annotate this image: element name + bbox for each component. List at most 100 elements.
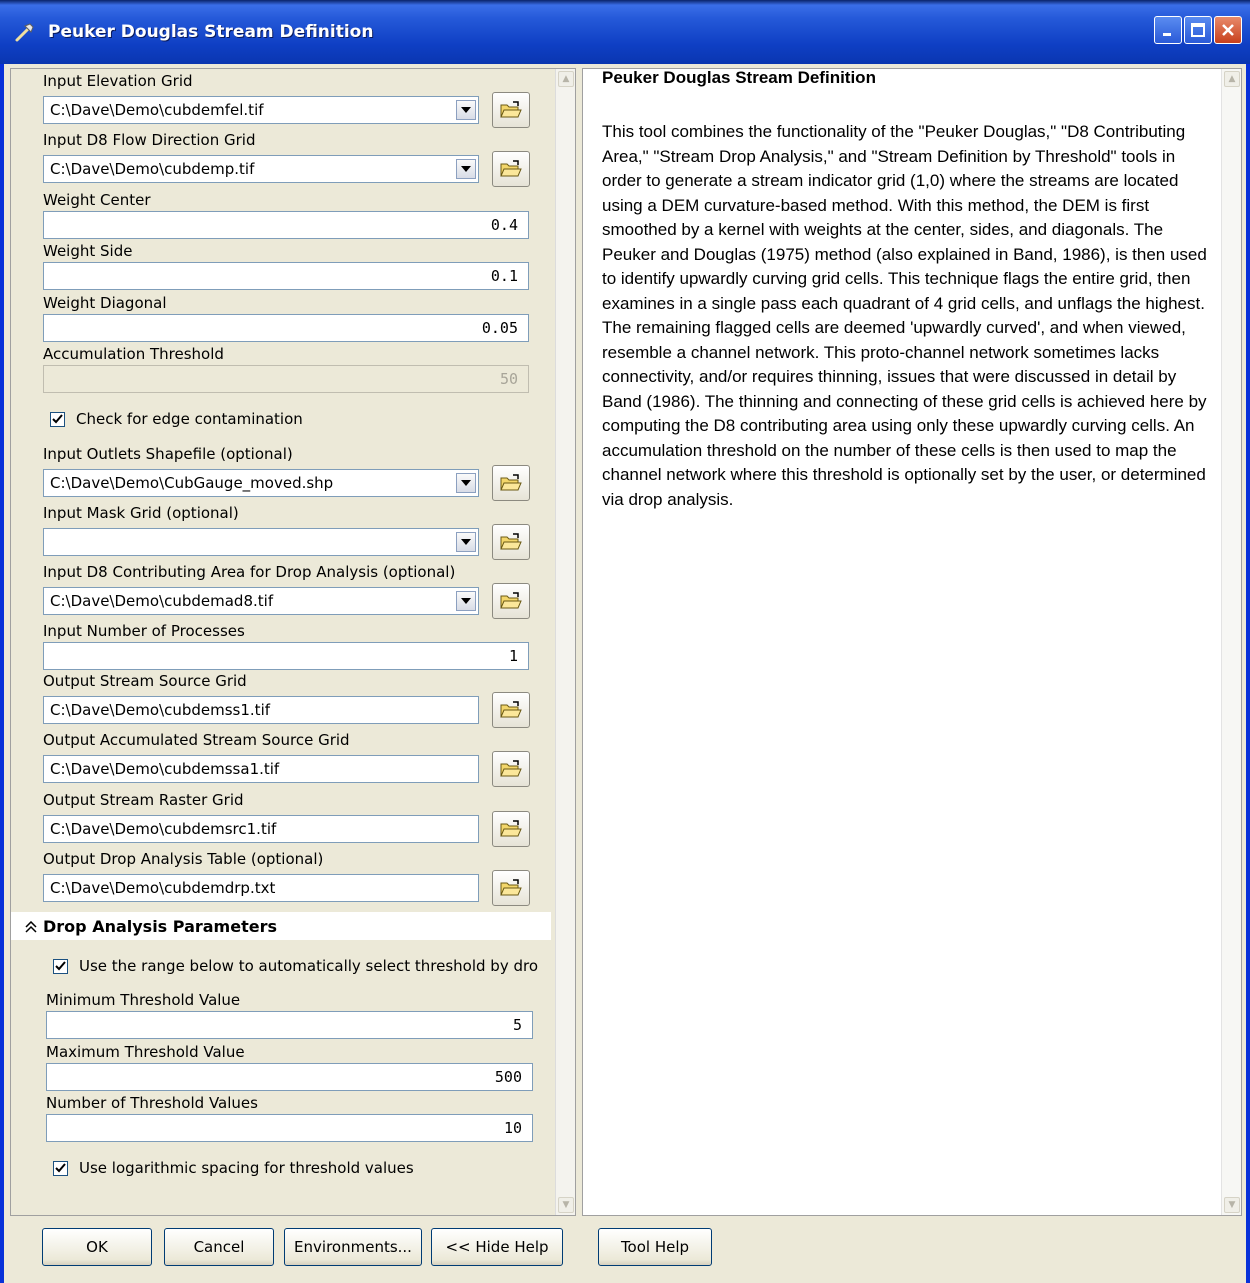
open-folder-icon	[500, 533, 522, 550]
accumulation-threshold-value: 50	[499, 370, 518, 388]
weight-center-value: 0.4	[490, 216, 518, 234]
min-threshold-value: 5	[512, 1016, 522, 1034]
open-folder-icon	[500, 474, 522, 491]
input-elevation-grid-combo[interactable]: C:\Dave\Demo\cubdemfel.tif	[43, 96, 479, 124]
tool-help-button[interactable]: Tool Help	[598, 1228, 712, 1266]
edge-contamination-checkbox[interactable]	[50, 412, 65, 427]
out-stream-source-browse-button[interactable]	[492, 692, 530, 728]
checkmark-icon	[55, 961, 66, 971]
scroll-down-icon[interactable]: ▼	[1224, 1197, 1240, 1213]
help-title: Peuker Douglas Stream Definition	[602, 68, 876, 87]
use-range-checkbox[interactable]	[53, 959, 68, 974]
close-icon	[1222, 24, 1234, 36]
log-spacing-checkbox[interactable]	[53, 1161, 68, 1176]
checkmark-icon	[55, 1163, 66, 1173]
input-mask-browse-button[interactable]	[492, 524, 530, 560]
log-spacing-label: Use logarithmic spacing for threshold va…	[79, 1159, 414, 1177]
ok-button[interactable]: OK	[42, 1228, 152, 1266]
help-body-text: This tool combines the functionality of …	[602, 122, 1207, 509]
edge-contamination-label: Check for edge contamination	[76, 410, 303, 428]
input-d8-flow-direction-value: C:\Dave\Demo\cubdemp.tif	[50, 160, 255, 178]
input-d8-flow-direction-browse-button[interactable]	[492, 151, 530, 187]
accumulation-threshold-label: Accumulation Threshold	[43, 345, 224, 363]
use-range-label: Use the range below to automatically sel…	[79, 957, 539, 975]
open-folder-icon	[500, 820, 522, 837]
title-bar[interactable]: Peuker Douglas Stream Definition	[0, 0, 1250, 64]
num-threshold-input[interactable]: 10	[46, 1114, 533, 1142]
num-processes-label: Input Number of Processes	[43, 622, 245, 640]
num-processes-input[interactable]: 1	[43, 642, 529, 670]
drop-analysis-section-header[interactable]: Drop Analysis Parameters	[11, 912, 551, 940]
hammer-icon	[15, 23, 34, 42]
out-stream-source-label: Output Stream Source Grid	[43, 672, 247, 690]
accumulation-threshold-input: 50	[43, 365, 529, 393]
num-threshold-label: Number of Threshold Values	[46, 1094, 258, 1112]
out-drop-table-browse-button[interactable]	[492, 870, 530, 906]
out-stream-raster-input[interactable]: C:\Dave\Demo\cubdemsrc1.tif	[43, 815, 479, 843]
num-processes-value: 1	[508, 647, 518, 665]
out-stream-source-value: C:\Dave\Demo\cubdemss1.tif	[50, 701, 271, 719]
environments-button[interactable]: Environments...	[284, 1228, 422, 1266]
scroll-up-icon[interactable]: ▲	[558, 71, 574, 87]
input-outlets-browse-button[interactable]	[492, 465, 530, 501]
input-outlets-value: C:\Dave\Demo\CubGauge_moved.shp	[50, 474, 334, 492]
minimize-icon	[1163, 33, 1171, 36]
out-accum-stream-source-value: C:\Dave\Demo\cubdemssa1.tif	[50, 760, 280, 778]
chevron-down-icon[interactable]	[456, 100, 476, 120]
open-folder-icon	[500, 592, 522, 609]
chevron-down-icon[interactable]	[456, 532, 476, 552]
input-elevation-grid-value: C:\Dave\Demo\cubdemfel.tif	[50, 101, 264, 119]
out-drop-table-label: Output Drop Analysis Table (optional)	[43, 850, 324, 868]
hide-help-button[interactable]: << Hide Help	[431, 1228, 563, 1266]
maximize-button[interactable]	[1184, 16, 1212, 44]
input-d8-contrib-combo[interactable]: C:\Dave\Demo\cubdemad8.tif	[43, 587, 479, 615]
open-folder-icon	[500, 760, 522, 777]
collapse-chevron-icon	[25, 921, 37, 933]
open-folder-icon	[500, 879, 522, 896]
input-d8-flow-direction-label: Input D8 Flow Direction Grid	[43, 131, 256, 149]
cancel-button[interactable]: Cancel	[164, 1228, 274, 1266]
input-elevation-grid-browse-button[interactable]	[492, 92, 530, 128]
parameters-scrollbar[interactable]: ▲ ▼	[555, 69, 575, 1215]
checkmark-icon	[52, 414, 63, 424]
max-threshold-input[interactable]: 500	[46, 1063, 533, 1091]
out-stream-source-input[interactable]: C:\Dave\Demo\cubdemss1.tif	[43, 696, 479, 724]
min-threshold-label: Minimum Threshold Value	[46, 991, 241, 1009]
scroll-up-icon[interactable]: ▲	[1224, 71, 1240, 87]
weight-side-input[interactable]: 0.1	[43, 262, 529, 290]
input-mask-label: Input Mask Grid (optional)	[43, 504, 239, 522]
max-threshold-label: Maximum Threshold Value	[46, 1043, 245, 1061]
input-d8-contrib-label: Input D8 Contributing Area for Drop Anal…	[43, 563, 456, 581]
weight-center-label: Weight Center	[43, 191, 151, 209]
min-threshold-input[interactable]: 5	[46, 1011, 533, 1039]
maximize-icon	[1191, 23, 1205, 37]
input-outlets-combo[interactable]: C:\Dave\Demo\CubGauge_moved.shp	[43, 469, 479, 497]
input-outlets-label: Input Outlets Shapefile (optional)	[43, 445, 293, 463]
drop-analysis-section-title: Drop Analysis Parameters	[43, 917, 277, 936]
help-scrollbar[interactable]: ▲ ▼	[1221, 69, 1241, 1215]
num-threshold-value: 10	[503, 1119, 522, 1137]
out-accum-stream-source-browse-button[interactable]	[492, 751, 530, 787]
out-drop-table-input[interactable]: C:\Dave\Demo\cubdemdrp.txt	[43, 874, 479, 902]
chevron-down-icon[interactable]	[456, 591, 476, 611]
weight-diagonal-input[interactable]: 0.05	[43, 314, 529, 342]
minimize-button[interactable]	[1154, 16, 1182, 44]
out-stream-raster-label: Output Stream Raster Grid	[43, 791, 244, 809]
scroll-down-icon[interactable]: ▼	[558, 1197, 574, 1213]
chevron-down-icon[interactable]	[456, 473, 476, 493]
weight-center-input[interactable]: 0.4	[43, 211, 529, 239]
out-stream-raster-browse-button[interactable]	[492, 811, 530, 847]
out-drop-table-value: C:\Dave\Demo\cubdemdrp.txt	[50, 879, 276, 897]
open-folder-icon	[500, 701, 522, 718]
weight-side-label: Weight Side	[43, 242, 133, 260]
input-mask-combo[interactable]	[43, 528, 479, 556]
input-d8-flow-direction-combo[interactable]: C:\Dave\Demo\cubdemp.tif	[43, 155, 479, 183]
chevron-down-icon[interactable]	[456, 159, 476, 179]
close-button[interactable]	[1214, 16, 1242, 44]
open-folder-icon	[500, 101, 522, 118]
weight-side-value: 0.1	[490, 267, 518, 285]
input-d8-contrib-browse-button[interactable]	[492, 583, 530, 619]
out-accum-stream-source-input[interactable]: C:\Dave\Demo\cubdemssa1.tif	[43, 755, 479, 783]
input-d8-contrib-value: C:\Dave\Demo\cubdemad8.tif	[50, 592, 274, 610]
out-stream-raster-value: C:\Dave\Demo\cubdemsrc1.tif	[50, 820, 277, 838]
